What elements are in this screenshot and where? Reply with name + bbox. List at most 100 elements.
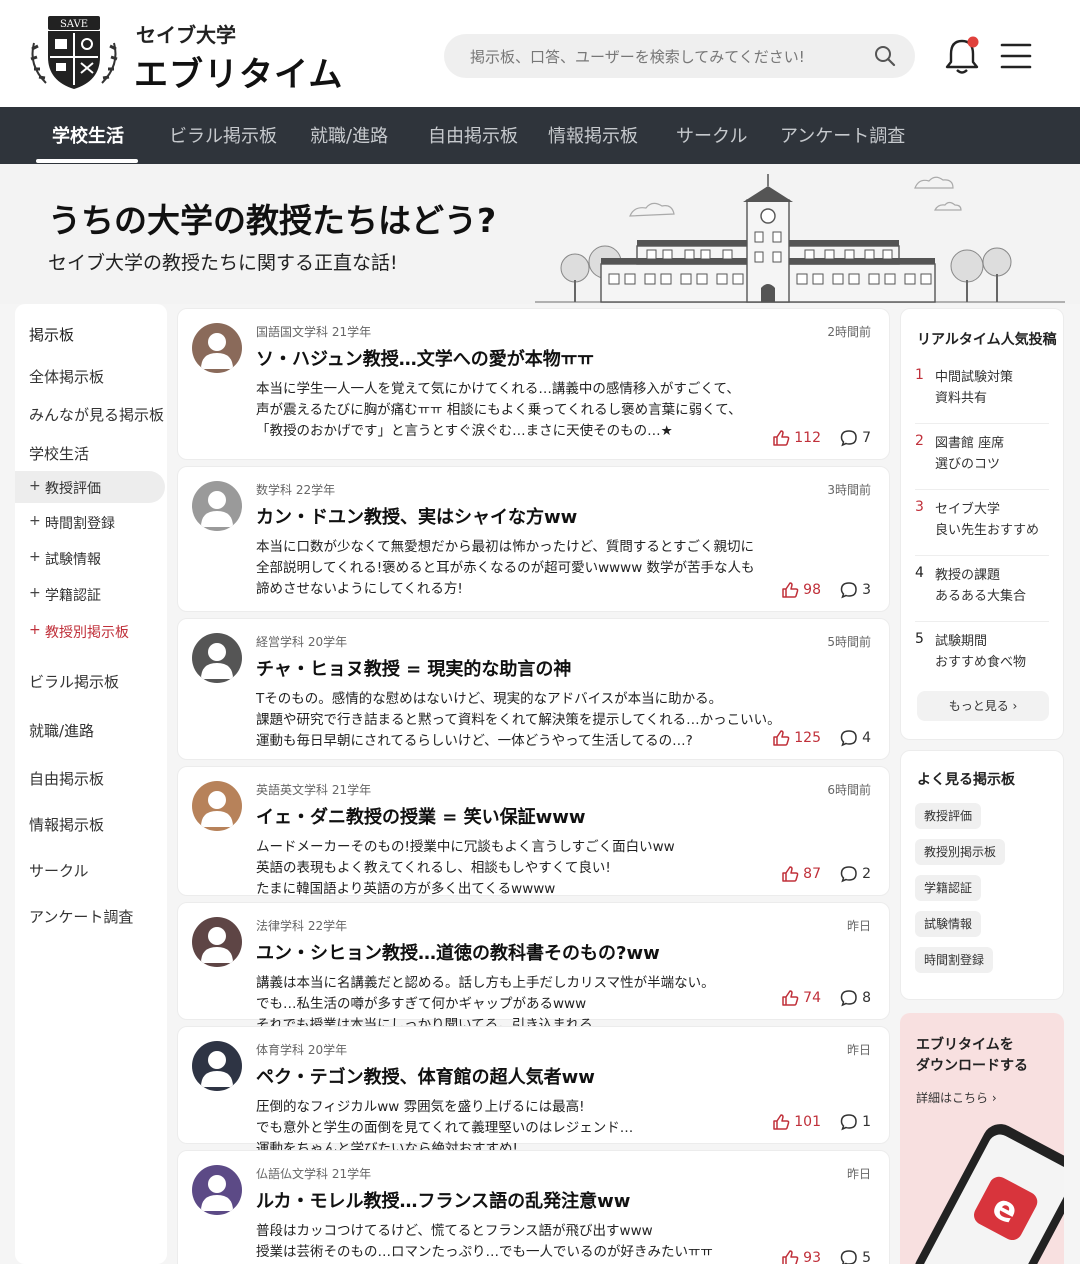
like-button[interactable]: 74 — [781, 989, 821, 1007]
sidebar-item-free-board[interactable]: 自由掲示板 — [29, 768, 104, 789]
post-card[interactable]: 英語英文学科 21学年 6時間前 イェ・ダニ教授の授業 = 笑い保証www ムー… — [177, 766, 890, 897]
thumbs-up-icon — [773, 1114, 790, 1130]
tab-circle[interactable]: サークル — [676, 122, 747, 148]
post-title[interactable]: ユン・シヒョン教授…道徳の教科書そのもの?ww — [256, 939, 660, 965]
notification-dot — [967, 36, 979, 48]
sidebar-item-career[interactable]: 就職/進路 — [29, 720, 94, 741]
comment-count: 4 — [862, 730, 871, 746]
post-body-line: 圧倒的なフィジカルww 雰囲気を盛り上げるには最高! — [256, 1099, 585, 1115]
comment-button[interactable]: 7 — [840, 429, 871, 447]
like-button[interactable]: 112 — [772, 429, 821, 447]
post-timestamp: 昨日 — [846, 919, 871, 933]
tab-info-board[interactable]: 情報掲示板 — [548, 122, 638, 148]
ranking-item[interactable]: 3 セイブ大学 良い先生おすすめ — [915, 499, 1049, 545]
post-body-line: 諦めさせないようにしてくれる方! — [256, 581, 463, 597]
notification-bell-icon[interactable] — [944, 36, 980, 76]
search-input[interactable]: 掲示板、口答、ユーザーを検索してみてください! — [444, 34, 915, 78]
like-button[interactable]: 87 — [781, 865, 821, 883]
divider — [915, 423, 1049, 424]
ranking-item[interactable]: 1 中間試験対策 資料共有 — [915, 367, 1049, 413]
board-tag[interactable]: 教授評価 — [915, 803, 982, 829]
like-button[interactable]: 93 — [781, 1249, 821, 1264]
post-body-line: 課題や研究で行き詰まると黙って資料をくれて解決策を提示してくれる…かっこいい。 — [256, 712, 781, 728]
search-icon[interactable] — [873, 44, 897, 68]
sidebar-item-school-life[interactable]: 学校生活 — [29, 443, 89, 464]
ranking-item[interactable]: 5 試験期間 おすすめ食べ物 — [915, 631, 1049, 677]
like-button[interactable]: 101 — [772, 1113, 821, 1131]
sidebar-item-survey[interactable]: アンケート調査 — [29, 906, 133, 927]
post-title[interactable]: ペク・テゴン教授、体育館の超人気者ww — [256, 1063, 595, 1089]
sidebar-subitem-exam-info[interactable]: + 試験情報 — [15, 542, 165, 574]
post-title[interactable]: カン・ドユン教授、実はシャイな方ww — [256, 503, 577, 529]
sidebar-item-all-board[interactable]: 全体掲示板 — [29, 366, 104, 387]
like-count: 101 — [794, 1114, 821, 1130]
sidebar-subitem-label: 教授別掲示板 — [45, 625, 129, 641]
post-title[interactable]: ルカ・モレル教授…フランス語の乱発注意ww — [256, 1187, 630, 1213]
like-count: 74 — [803, 990, 821, 1006]
tab-bilal-board[interactable]: ビラル掲示板 — [169, 122, 277, 148]
more-button[interactable]: もっと見る › — [917, 691, 1049, 721]
board-tag[interactable]: 学籍認証 — [915, 875, 982, 901]
tab-career[interactable]: 就職/進路 — [310, 122, 388, 148]
user-avatar-icon — [192, 323, 242, 373]
plus-icon: + — [29, 585, 41, 601]
comment-button[interactable]: 3 — [840, 581, 871, 599]
app-name[interactable]: エブリタイム — [134, 47, 343, 96]
avatar[interactable] — [192, 781, 242, 831]
comment-button[interactable]: 2 — [840, 865, 871, 883]
comment-button[interactable]: 8 — [840, 989, 871, 1007]
emblem-text: SAVE — [60, 19, 88, 30]
comment-bubble-icon — [840, 730, 857, 747]
post-card[interactable]: 法律学科 22学年 昨日 ユン・シヒョン教授…道徳の教科書そのもの?ww 講義は… — [177, 902, 890, 1033]
sidebar-item-bilal-board[interactable]: ビラル掲示板 — [29, 671, 119, 692]
like-button[interactable]: 125 — [772, 729, 821, 747]
post-card[interactable]: 体育学科 20学年 昨日 ペク・テゴン教授、体育館の超人気者ww 圧倒的なフィジ… — [177, 1026, 890, 1157]
sidebar-subitem-timetable[interactable]: + 時間割登録 — [15, 506, 165, 538]
avatar[interactable] — [192, 1041, 242, 1091]
comment-button[interactable]: 1 — [840, 1113, 871, 1131]
post-author-meta: 国語国文学科 21学年 — [256, 325, 372, 339]
avatar[interactable] — [192, 1165, 242, 1215]
tab-survey[interactable]: アンケート調査 — [780, 122, 905, 148]
board-tag[interactable]: 教授別掲示板 — [915, 839, 1006, 865]
post-title[interactable]: チャ・ヒョヌ教授 = 現実的な助言の神 — [256, 655, 571, 681]
avatar[interactable] — [192, 323, 242, 373]
avatar[interactable] — [192, 481, 242, 531]
avatar[interactable] — [192, 917, 242, 967]
post-title[interactable]: イェ・ダニ教授の授業 = 笑い保証www — [256, 803, 586, 829]
post-card[interactable]: 数学科 22学年 3時間前 カン・ドユン教授、実はシャイな方ww 本当に口数が少… — [177, 466, 890, 612]
plus-icon: + — [29, 622, 41, 638]
post-body-line: ムードメーカーそのもの!授業中に冗談もよく言うしすごく面白いww — [256, 839, 675, 855]
ranking-item[interactable]: 4 教授の課題 あるある大集合 — [915, 565, 1049, 611]
sidebar-subitem-enrollment-auth[interactable]: + 学籍認証 — [15, 578, 165, 610]
user-avatar-icon — [192, 633, 242, 683]
sidebar-subitem-professor-board[interactable]: + 教授別掲示板 — [15, 615, 165, 647]
post-card[interactable]: 経営学科 20学年 5時間前 チャ・ヒョヌ教授 = 現実的な助言の神 Tそのもの… — [177, 618, 890, 760]
comment-button[interactable]: 5 — [840, 1249, 871, 1264]
tab-free-board[interactable]: 自由掲示板 — [428, 122, 518, 148]
rank-title-line: セイブ大学 — [935, 502, 1001, 517]
board-tag[interactable]: 試験情報 — [915, 911, 982, 937]
post-author-meta: 体育学科 20学年 — [256, 1043, 348, 1057]
post-card[interactable]: 仏語仏文学科 21学年 昨日 ルカ・モレル教授…フランス語の乱発注意ww 普段は… — [177, 1150, 890, 1264]
post-title[interactable]: ソ・ハジュン教授…文学への愛が本物ㅠㅠ — [256, 345, 594, 371]
comment-button[interactable]: 4 — [840, 729, 871, 747]
sidebar-subitem-professor-review[interactable]: + 教授評価 — [15, 471, 165, 503]
sidebar-item-info-board[interactable]: 情報掲示板 — [29, 814, 104, 835]
tab-school-life[interactable]: 学校生活 — [52, 122, 124, 148]
comment-bubble-icon — [840, 866, 857, 883]
post-card[interactable]: 国語国文学科 21学年 2時間前 ソ・ハジュン教授…文学への愛が本物ㅠㅠ 本当に… — [177, 308, 890, 460]
sidebar-item-popular-board[interactable]: みんなが見る掲示板 — [29, 404, 164, 425]
university-emblem-icon[interactable]: SAVE — [26, 13, 122, 93]
promo-details-link[interactable]: 詳細はこちら › — [916, 1089, 997, 1106]
avatar[interactable] — [192, 633, 242, 683]
sidebar-item-circle[interactable]: サークル — [29, 860, 89, 881]
hamburger-menu-icon[interactable] — [1000, 41, 1032, 71]
plus-icon: + — [29, 549, 41, 565]
board-tag[interactable]: 時間割登録 — [915, 947, 994, 973]
post-body-line: 普段はカッコつけてるけど、慌てるとフランス語が飛び出すwww — [256, 1223, 653, 1239]
like-button[interactable]: 98 — [781, 581, 821, 599]
app-download-banner[interactable]: エブリタイムを ダウンロードする 詳細はこちら › e — [900, 1013, 1064, 1264]
post-body-line: でも意外と学生の面倒を見てくれて義理堅いのはレジェンド… — [256, 1120, 634, 1136]
ranking-item[interactable]: 2 図書館 座席 選びのコツ — [915, 433, 1049, 479]
